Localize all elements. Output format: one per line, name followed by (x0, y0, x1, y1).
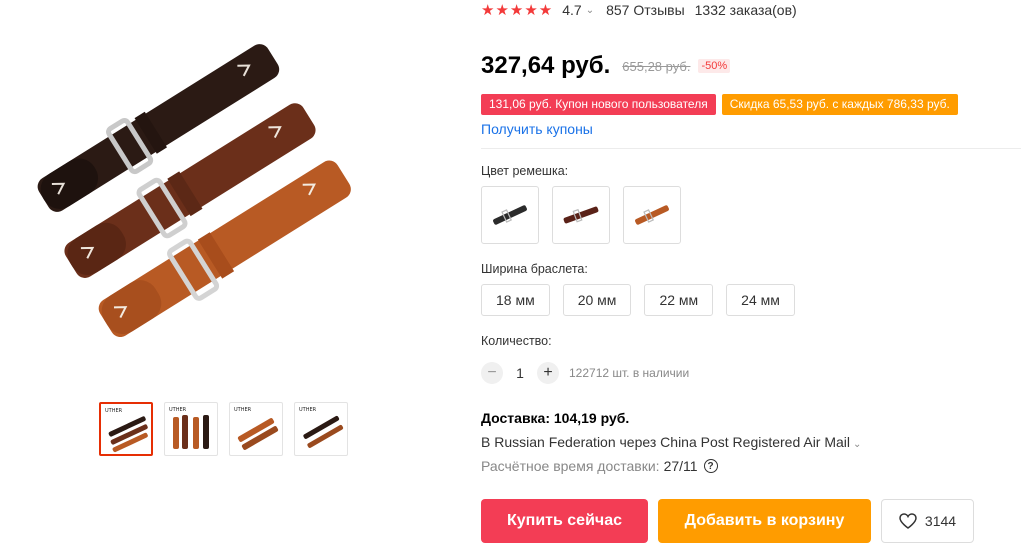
quantity-value[interactable]: 1 (503, 365, 537, 381)
quantity-label: Количество: (481, 334, 552, 348)
help-icon[interactable]: ? (703, 459, 718, 473)
orders-count: 1332 заказа(ов) (694, 2, 797, 18)
delivery-estimate-date: 27/11 (663, 458, 698, 474)
strap-brown-icon (563, 206, 599, 224)
width-label: Ширина браслета: (481, 262, 588, 276)
store-discount-coupon[interactable]: Скидка 65,53 руб. с каждых 786,33 руб. (721, 94, 958, 115)
stock-count: 122712 шт. в наличии (569, 366, 690, 380)
thumbnail-2[interactable]: UTHER (164, 402, 218, 456)
old-price: 655,28 руб. (622, 58, 691, 74)
rating-row: ★★★★★ 4.7 ⌄ 857 Отзывы 1332 заказа(ов) (481, 0, 797, 20)
new-user-coupon[interactable]: 131,06 руб. Купон нового пользователя (481, 94, 716, 115)
color-option-black[interactable] (481, 186, 539, 244)
heart-icon (899, 513, 917, 529)
width-options: 18 мм 20 мм 22 мм 24 мм (481, 284, 795, 316)
width-option-20[interactable]: 20 мм (562, 284, 632, 316)
rating-value[interactable]: 4.7 (562, 2, 581, 18)
wishlist-button[interactable]: 3144 (881, 499, 974, 543)
thumbnail-strip: UTHER UTHER UTHER UTHER (99, 402, 348, 456)
thumbnail-1[interactable]: UTHER (99, 402, 153, 456)
chevron-down-icon: ⌄ (853, 439, 862, 450)
buy-now-button[interactable]: Купить сейчас (481, 499, 648, 543)
coupon-row: 131,06 руб. Купон нового пользователя Ск… (481, 94, 958, 115)
strap-black-icon (493, 205, 527, 225)
color-option-brown[interactable] (552, 186, 610, 244)
current-price: 327,64 руб. (481, 52, 611, 79)
width-option-24[interactable]: 24 мм (726, 284, 795, 316)
chevron-down-icon[interactable]: ⌄ (586, 5, 594, 16)
product-gallery: UTHER UTHER UTHER UTHER (0, 0, 380, 559)
width-option-18[interactable]: 18 мм (481, 284, 550, 316)
rating-stars-icon: ★★★★★ (481, 2, 554, 19)
thumbnail-3[interactable]: UTHER (229, 402, 283, 456)
get-coupons-link[interactable]: Получить купоны (481, 121, 593, 137)
color-option-tan[interactable] (623, 186, 681, 244)
price-row: 327,64 руб. 655,28 руб. -50% (481, 52, 731, 80)
delivery-estimate: Расчётное время доставки: 27/11 ? (481, 458, 718, 474)
wishlist-count: 3144 (924, 513, 957, 529)
quantity-plus-button[interactable]: + (537, 362, 559, 384)
delivery-route-text: В Russian Federation через China Post Re… (481, 434, 851, 450)
thumbnail-logo: UTHER (234, 407, 252, 413)
width-option-22[interactable]: 22 мм (644, 284, 714, 316)
color-label: Цвет ремешка: (481, 164, 569, 178)
divider (481, 148, 1021, 149)
color-swatches (481, 186, 681, 244)
delivery-price: Доставка: 104,19 руб. (481, 410, 630, 426)
thumbnail-4[interactable]: UTHER (294, 402, 348, 456)
thumbnail-logo: UTHER (299, 407, 317, 413)
delivery-estimate-label: Расчётное время доставки: (481, 458, 660, 474)
reviews-count[interactable]: 857 Отзывы (606, 2, 685, 18)
quantity-minus-button[interactable]: − (481, 362, 503, 384)
thumbnail-logo: UTHER (169, 407, 187, 413)
strap-tan-icon (635, 205, 669, 225)
delivery-route[interactable]: В Russian Federation через China Post Re… (481, 434, 861, 450)
discount-badge: -50% (698, 59, 731, 73)
main-product-image[interactable] (10, 0, 360, 380)
action-buttons: Купить сейчас Добавить в корзину 3144 (481, 499, 974, 543)
quantity-stepper: − 1 + 122712 шт. в наличии (481, 362, 689, 384)
add-to-cart-button[interactable]: Добавить в корзину (658, 499, 871, 543)
thumbnail-logo: UTHER (105, 408, 123, 414)
